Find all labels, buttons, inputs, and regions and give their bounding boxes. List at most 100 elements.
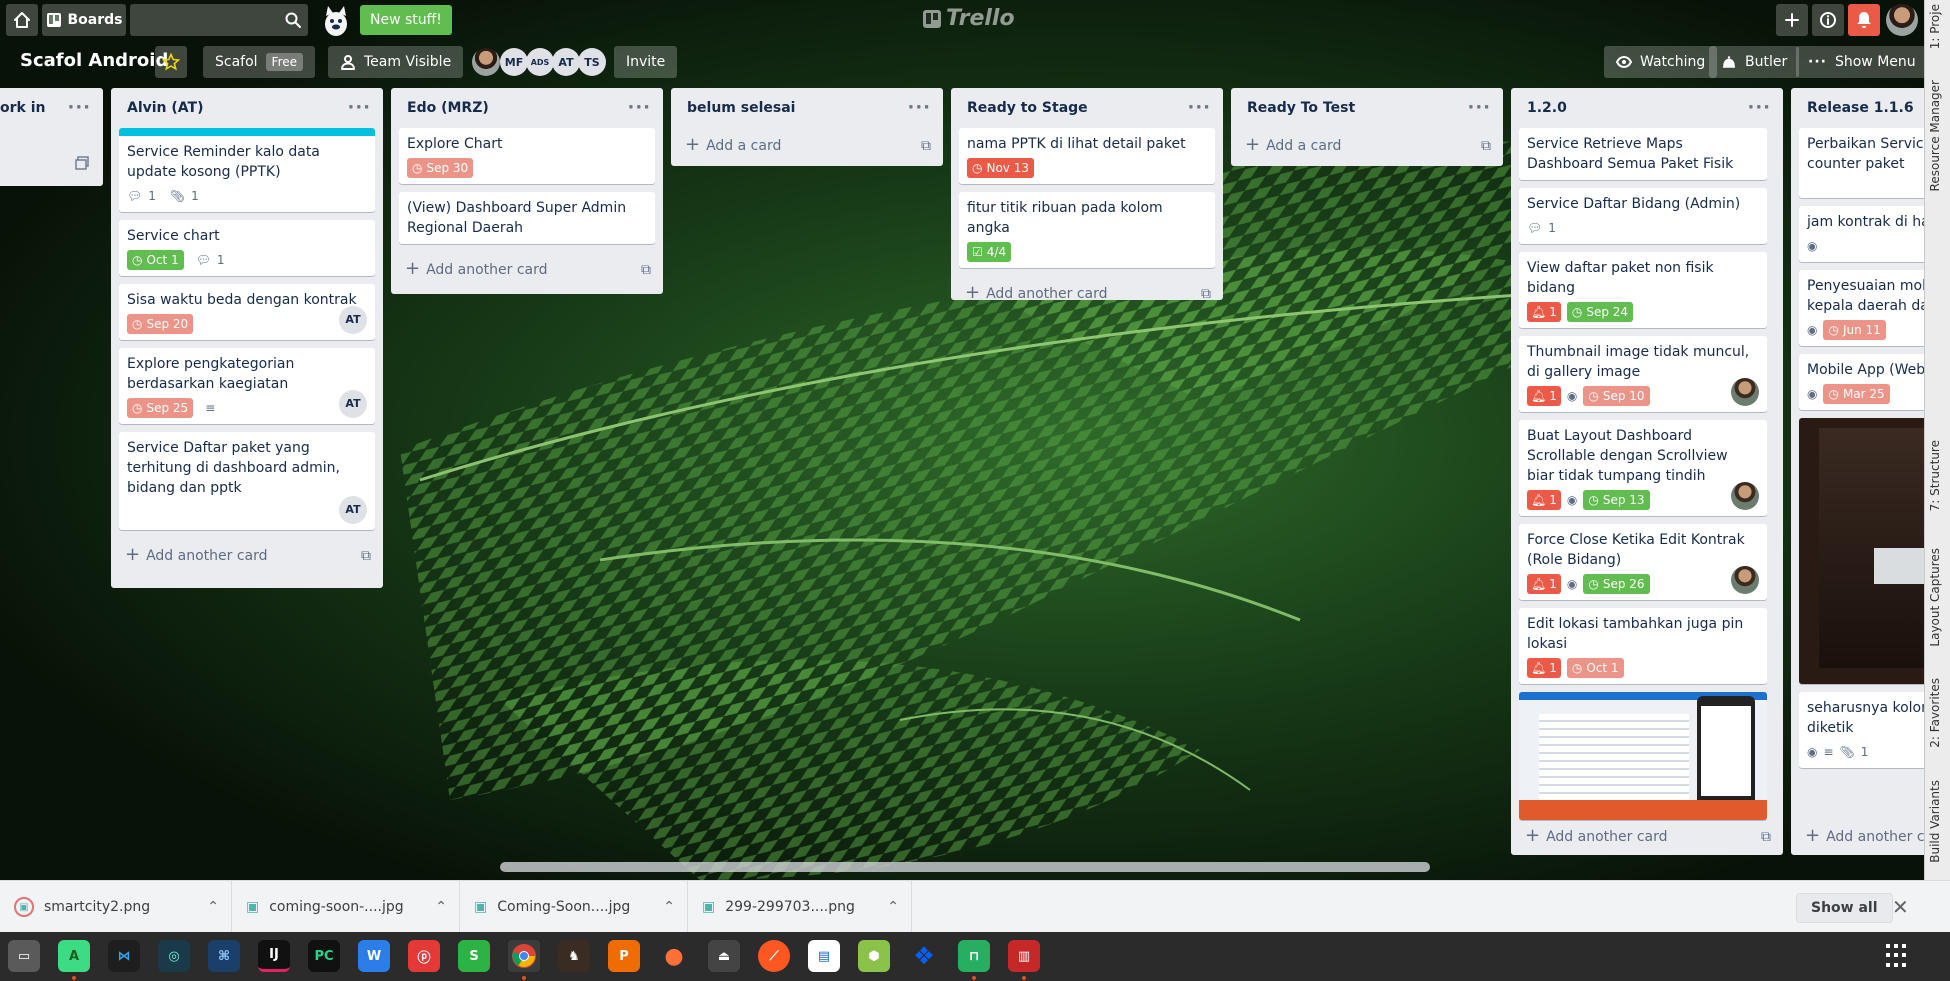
create-button[interactable]: [1776, 4, 1808, 36]
card-member-avatar[interactable]: [1731, 482, 1759, 510]
vscode-icon[interactable]: ⋈: [108, 940, 140, 972]
add-card-button[interactable]: + Add another card ⧉: [1511, 819, 1783, 855]
gimp-icon[interactable]: ♞: [558, 940, 590, 972]
card[interactable]: (View) Dashboard Super Admin Regional Da…: [399, 192, 655, 244]
gitkraken-icon[interactable]: ◎: [158, 940, 190, 972]
card[interactable]: Service Reminder kalo data update kosong…: [119, 128, 375, 212]
team-button[interactable]: Scafol Free: [203, 46, 316, 78]
card[interactable]: Service Retrieve Maps Dashboard Semua Pa…: [1519, 128, 1767, 180]
member-avatar-photo[interactable]: [472, 48, 500, 76]
home-button[interactable]: [6, 4, 38, 36]
list-menu-icon[interactable]: ···: [1467, 99, 1491, 117]
member-avatar-at[interactable]: AT: [552, 48, 580, 76]
tool-tab-project[interactable]: 1: Proje: [1928, 4, 1942, 49]
chevron-up-icon[interactable]: ⌃: [663, 899, 675, 915]
chevron-up-icon[interactable]: ⌃: [207, 899, 219, 915]
chevron-up-icon[interactable]: ⌃: [435, 899, 447, 915]
butler-button[interactable]: Butler: [1709, 46, 1800, 78]
card[interactable]: Force Close Ketika Edit Kontrak (Role Bi…: [1519, 524, 1767, 600]
intellij-icon[interactable]: IJ: [258, 940, 290, 972]
dropbox-icon[interactable]: ❖: [908, 940, 940, 972]
presentation-icon[interactable]: P: [608, 940, 640, 972]
card[interactable]: nama PPTK di lihat detail paket ◷ Nov 13: [959, 128, 1215, 184]
boards-button[interactable]: Boards: [42, 4, 126, 36]
download-item[interactable]: ▣ 299-299703....png ⌃: [688, 881, 912, 933]
app-grid-icon[interactable]: [1886, 944, 1910, 968]
upload-app-icon[interactable]: ⏏: [708, 940, 740, 972]
user-avatar[interactable]: [1886, 4, 1918, 36]
writer-icon[interactable]: W: [358, 940, 390, 972]
notifications-button[interactable]: [1848, 4, 1880, 36]
card-member-avatar[interactable]: AT: [339, 390, 367, 418]
close-icon[interactable]: ✕: [1892, 895, 1909, 919]
show-menu-button[interactable]: ··· Show Menu: [1796, 46, 1928, 78]
taco-mascot-icon[interactable]: [318, 2, 354, 38]
mint-app-icon[interactable]: ⊓: [958, 940, 990, 972]
firefox-icon[interactable]: ●: [658, 940, 690, 972]
card-member-avatar[interactable]: AT: [339, 306, 367, 334]
member-avatar-ads[interactable]: ADS: [526, 48, 554, 76]
card[interactable]: Sisa waktu beda dengan kontrak ◷ Sep 20 A…: [119, 284, 375, 340]
list-1-2-0[interactable]: 1.2.0 ··· Service Retrieve Maps Dashboard…: [1511, 88, 1783, 855]
3d-cube-app-icon[interactable]: ⬢: [858, 940, 890, 972]
add-card-button[interactable]: + Add a card ⧉: [1231, 128, 1503, 164]
watching-button[interactable]: Watching: [1604, 46, 1718, 78]
add-card-button[interactable]: + Add another card ⧉: [391, 252, 663, 288]
add-card-button[interactable]: + Add another card ⧉: [951, 276, 1223, 312]
template-icon[interactable]: ⧉: [1761, 829, 1771, 845]
card[interactable]: Service Daftar paket yang terhitung di d…: [119, 432, 375, 530]
pycharm-icon[interactable]: PC: [308, 940, 340, 972]
download-item[interactable]: ▣ coming-soon-....jpg ⌃: [232, 881, 460, 933]
android-studio-icon[interactable]: A: [58, 940, 90, 972]
tool-tab-structure[interactable]: 7: Structure: [1928, 440, 1942, 511]
chrome-icon[interactable]: [508, 940, 540, 972]
info-button[interactable]: [1812, 4, 1844, 36]
show-all-button[interactable]: Show all: [1796, 893, 1893, 923]
add-card-button[interactable]: + Add a card ⧉: [671, 128, 943, 164]
member-avatar-mf[interactable]: MF: [500, 48, 528, 76]
card-member-avatar[interactable]: AT: [339, 496, 367, 524]
template-icon[interactable]: ⧉: [361, 548, 371, 564]
star-button[interactable]: [155, 46, 187, 78]
list-menu-icon[interactable]: ···: [1187, 99, 1211, 117]
invite-button[interactable]: Invite: [614, 46, 678, 78]
list-menu-icon[interactable]: ···: [67, 99, 91, 117]
presenter-app-icon[interactable]: ▥: [1008, 940, 1040, 972]
card[interactable]: View daftar paket non fisik bidang 🔔︎ 1 ◷ S…: [1519, 252, 1767, 328]
template-icon[interactable]: ⧉: [1481, 138, 1491, 154]
list-menu-icon[interactable]: ···: [627, 99, 651, 117]
new-stuff-button[interactable]: New stuff!: [360, 5, 452, 35]
card-member-avatar[interactable]: [1731, 378, 1759, 406]
card[interactable]: Buat Layout Dashboard Scrollable dengan …: [1519, 420, 1767, 516]
list-work-in[interactable]: ork in ···: [0, 88, 103, 186]
trello-logo[interactable]: Trello: [922, 6, 1015, 31]
card[interactable]: Service chart ◷ Oct 1 💬︎ 1: [119, 220, 375, 276]
tool-tab-build-variants[interactable]: Build Variants: [1928, 780, 1942, 863]
list-alvin[interactable]: Alvin (AT) ··· Service Reminder kalo data…: [111, 88, 383, 588]
add-card-button[interactable]: + Add another card ⧉: [111, 538, 383, 574]
files-app-icon[interactable]: ▭: [8, 940, 40, 972]
download-item[interactable]: ▣ Coming-Soon....jpg ⌃: [460, 881, 688, 933]
template-icon[interactable]: [75, 156, 89, 170]
spreadsheet-icon[interactable]: S: [458, 940, 490, 972]
template-icon[interactable]: ⧉: [921, 138, 931, 154]
tool-tab-layout-captures[interactable]: Layout Captures: [1928, 548, 1942, 647]
pdf-viewer-icon[interactable]: ⓟ: [408, 940, 440, 972]
template-icon[interactable]: ⧉: [641, 262, 651, 278]
list-menu-icon[interactable]: ···: [907, 99, 931, 117]
visibility-button[interactable]: Team Visible: [328, 46, 464, 78]
search-input[interactable]: [130, 4, 308, 36]
tool-tab-favorites[interactable]: 2: Favorites: [1928, 678, 1942, 748]
card[interactable]: Thumbnail image tidak muncul, di gallery…: [1519, 336, 1767, 412]
card[interactable]: Service Daftar Bidang (Admin) 💬︎ 1: [1519, 188, 1767, 244]
card[interactable]: fitur titik ribuan pada kolom angka ☑ 4/4: [959, 192, 1215, 268]
download-item[interactable]: ▣ smartcity2.png ⌃: [0, 881, 232, 933]
list-menu-icon[interactable]: ···: [347, 99, 371, 117]
board-title[interactable]: Scafol Android: [20, 50, 168, 71]
card[interactable]: Edit lokasi tambahkan juga pin lokasi 🔔︎…: [1519, 608, 1767, 684]
list-ready-to-stage[interactable]: Ready to Stage ··· nama PPTK di lihat det…: [951, 88, 1223, 302]
list-menu-icon[interactable]: ···: [1747, 99, 1771, 117]
card[interactable]: Explore Chart ◷ Sep 30: [399, 128, 655, 184]
postman-icon[interactable]: ⟋: [758, 940, 790, 972]
card-image-cover[interactable]: [1519, 692, 1767, 820]
